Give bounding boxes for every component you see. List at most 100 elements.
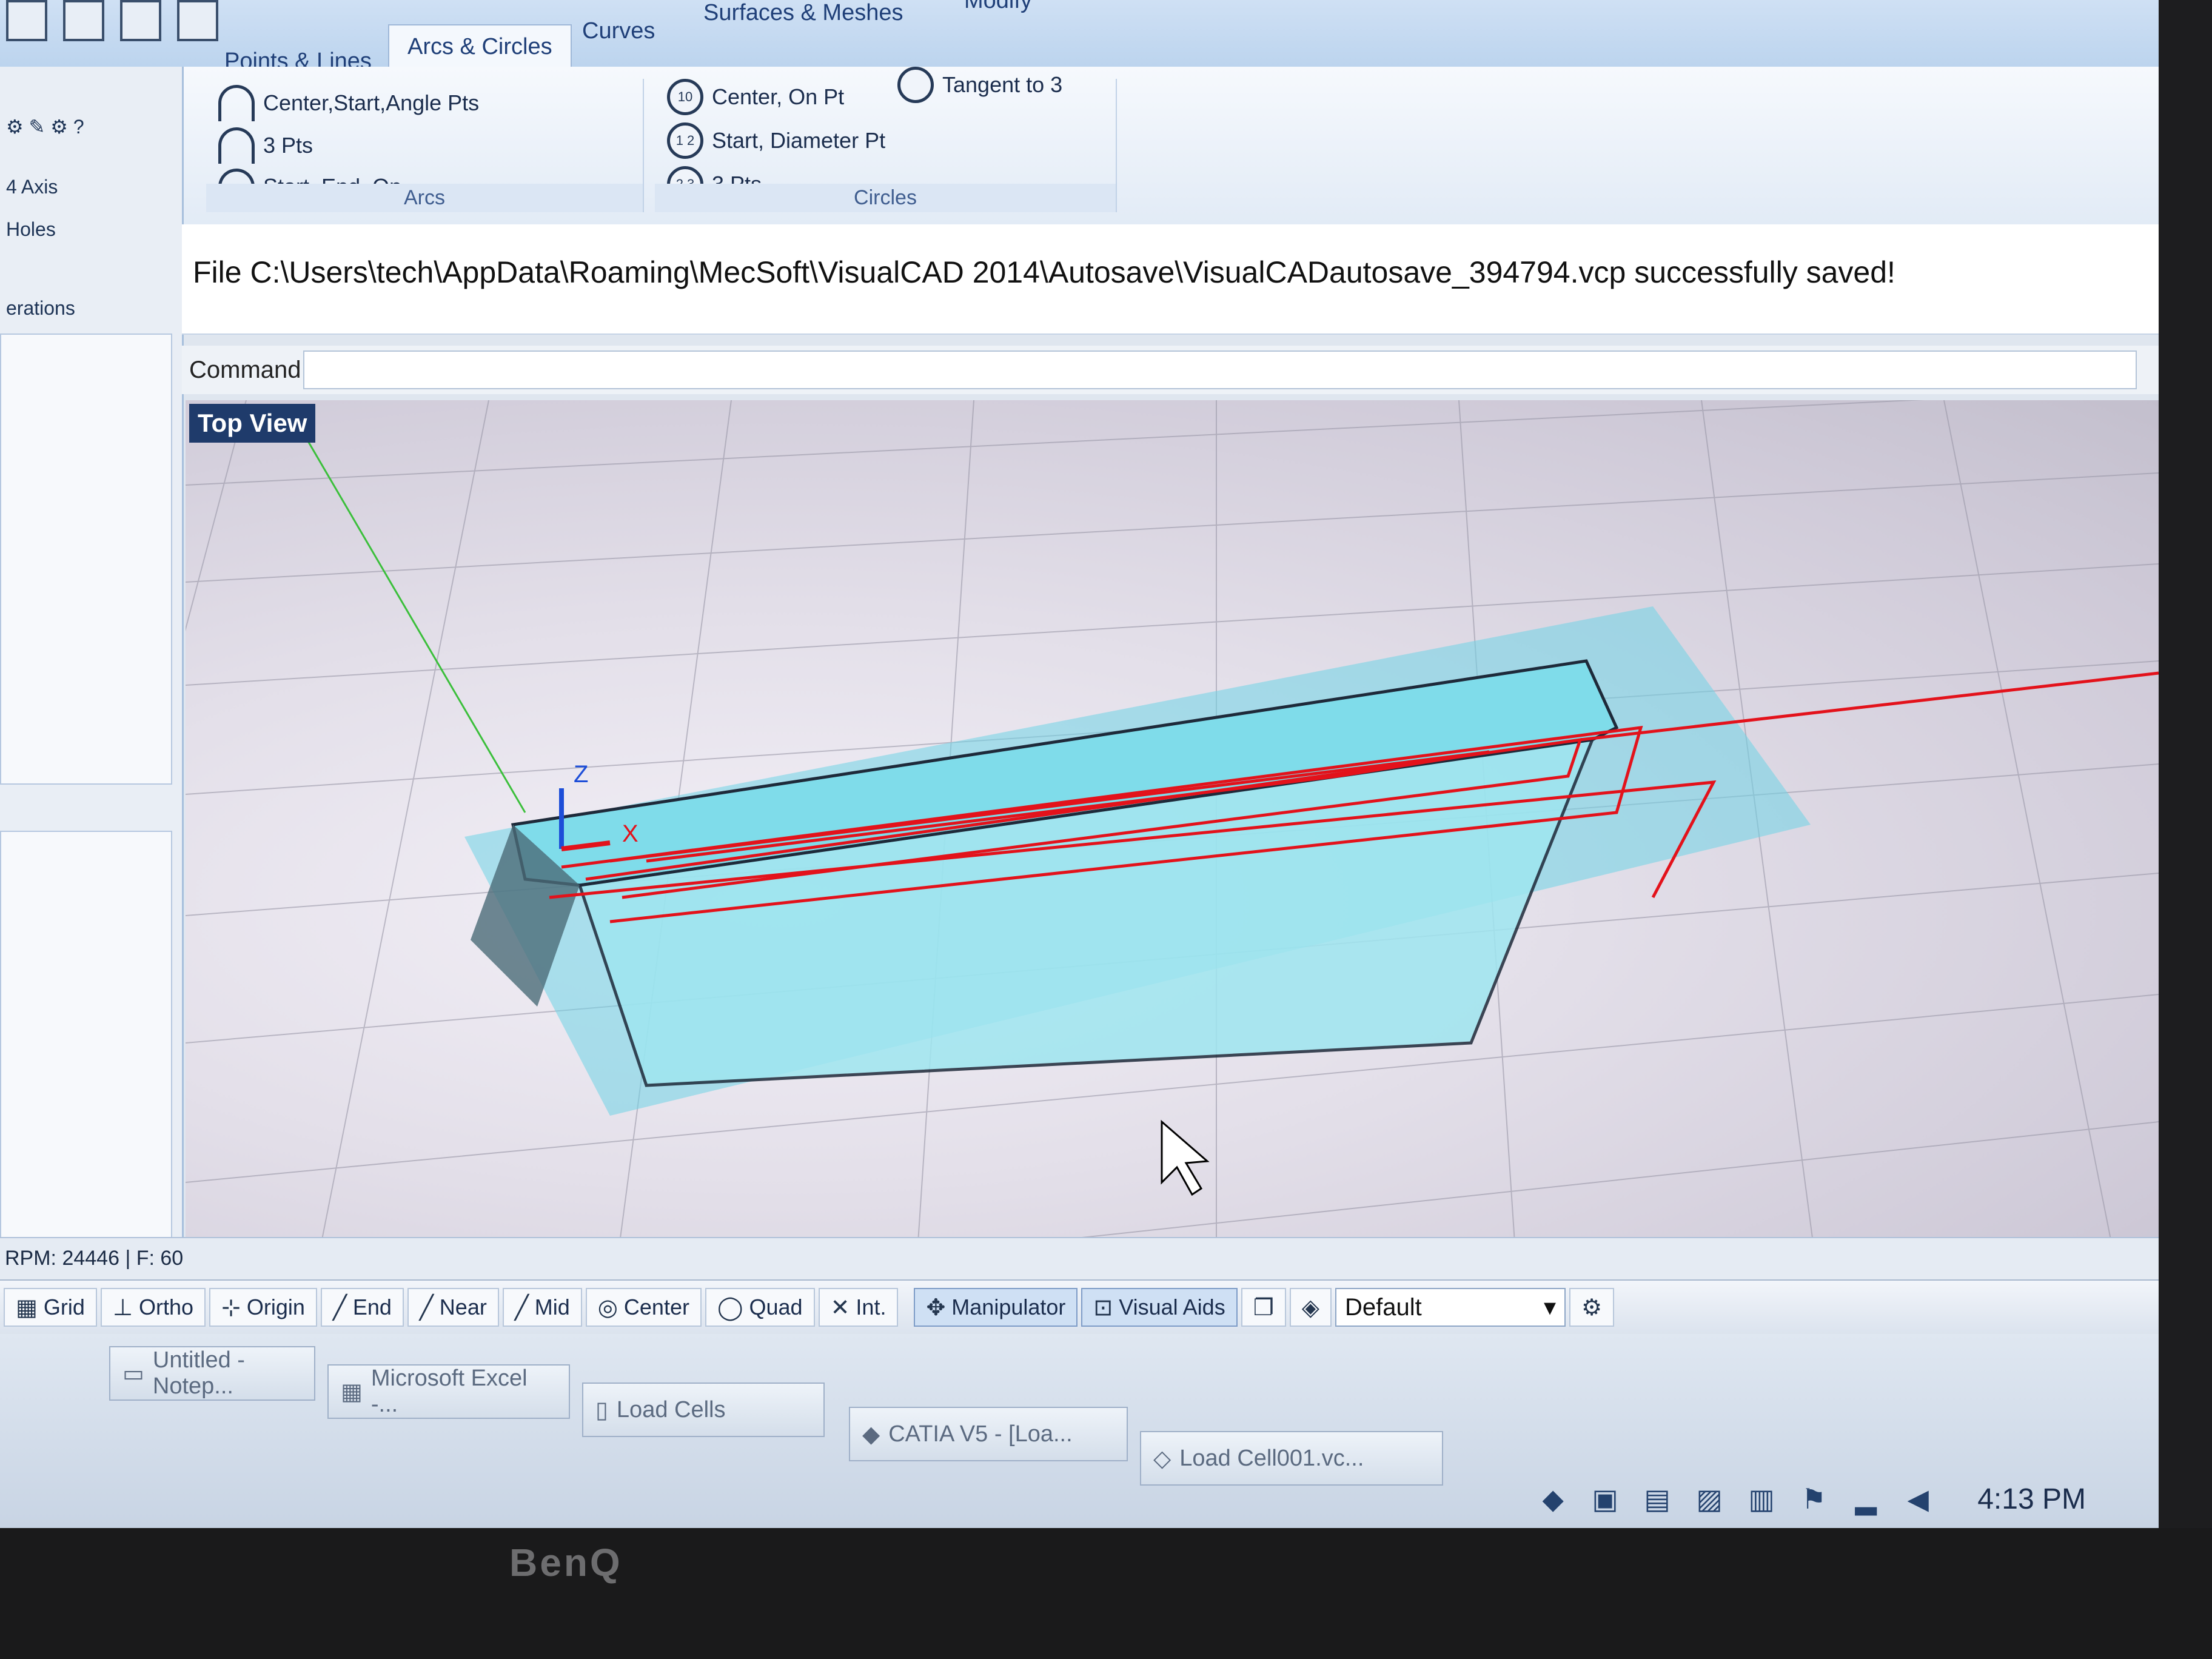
arc-icon bbox=[218, 127, 255, 164]
gear-icon: ⚙ bbox=[1581, 1295, 1603, 1321]
excel-icon: ▦ bbox=[341, 1379, 363, 1405]
left-panel: ⚙ ✎ ⚙ ? 4 Axis Holes erations bbox=[0, 67, 184, 1285]
snap-near-button[interactable]: ╱ Near bbox=[407, 1288, 499, 1327]
ribbon-body: Center,Start,Angle Pts 3 Pts Start, End,… bbox=[182, 67, 2159, 226]
layer-manager-button[interactable]: ❐ bbox=[1241, 1288, 1286, 1327]
arcs-group: Center,Start,Angle Pts 3 Pts Start, End,… bbox=[206, 79, 644, 212]
circles-group-title: Circles bbox=[655, 184, 1116, 212]
viewport-canvas: Z X bbox=[186, 400, 2159, 1316]
intersection-icon: ✕ bbox=[830, 1295, 850, 1321]
mouse-cursor-icon bbox=[1161, 1119, 1210, 1196]
quick-access-toolbar bbox=[6, 0, 218, 49]
snap-int-button[interactable]: ✕ Int. bbox=[818, 1288, 899, 1327]
screen: Points & Lines Arcs & Circles Curves Sur… bbox=[0, 0, 2159, 1528]
rpm-feed-readout: RPM: 24446 | F: 60 bbox=[5, 1247, 184, 1270]
paint-icon: ◈ bbox=[1301, 1295, 1320, 1321]
circle-start-diameter-button[interactable]: 1 2 Start, Diameter Pt bbox=[667, 122, 885, 159]
tab-arcs-circles[interactable]: Arcs & Circles bbox=[388, 24, 572, 71]
visual-aids-button[interactable]: ⊡ Visual Aids bbox=[1081, 1288, 1238, 1327]
snap-ortho-button[interactable]: ⊥ Ortho bbox=[100, 1288, 206, 1327]
snap-toolbar: ▦ Grid ⊥ Ortho ⊹ Origin ╱ End ╱ Near ╱ Mid ◎ Ce… bbox=[0, 1279, 2159, 1334]
x-axis-label: X bbox=[622, 820, 638, 847]
monitor-bezel-right bbox=[2159, 0, 2212, 1659]
arc-3pts-button[interactable]: 3 Pts bbox=[218, 127, 313, 164]
ribbon-tab-bar: Points & Lines Arcs & Circles Curves Sur… bbox=[0, 0, 2159, 74]
windows-taskbar: ▭ Untitled - Notep... ▦ Microsoft Excel -.… bbox=[0, 1334, 2159, 1528]
holes-dropdown[interactable]: Holes bbox=[6, 218, 56, 241]
settings-button[interactable]: ⚙ bbox=[1569, 1288, 1615, 1327]
monitor-bezel-bottom bbox=[0, 1528, 2212, 1659]
circle-icon: 1 2 bbox=[667, 122, 703, 159]
arcs-group-title: Arcs bbox=[206, 184, 643, 212]
message-area: File C:\Users\tech\AppData\Roaming\MecSo… bbox=[182, 224, 2159, 335]
chevron-down-icon: ▾ bbox=[1543, 1294, 1557, 1321]
command-label: Command bbox=[189, 357, 301, 383]
visual-aids-icon: ⊡ bbox=[1093, 1295, 1113, 1321]
task-excel[interactable]: ▦ Microsoft Excel -... bbox=[327, 1364, 570, 1419]
visualcad-icon: ◇ bbox=[1153, 1446, 1171, 1472]
arc-icon bbox=[218, 85, 255, 121]
snap-center-button[interactable]: ◎ Center bbox=[585, 1288, 702, 1327]
snap-grid-button[interactable]: ▦ Grid bbox=[4, 1288, 97, 1327]
task-load-cells[interactable]: ▯ Load Cells bbox=[582, 1382, 825, 1437]
z-axis-label: Z bbox=[574, 761, 588, 788]
taskbar-clock[interactable]: 4:13 PM bbox=[1977, 1483, 2086, 1516]
center-icon: ◎ bbox=[597, 1295, 618, 1321]
circle-tangent-icon bbox=[897, 67, 934, 103]
circles-group: 10 Center, On Pt 1 2 Start, Diameter Pt … bbox=[655, 67, 1117, 212]
layers-icon: ❐ bbox=[1253, 1295, 1274, 1321]
action-center-flag-icon[interactable]: ⚑ bbox=[1797, 1482, 1831, 1516]
monitor-brand-logo: BenQ bbox=[509, 1541, 623, 1584]
network-signal-icon[interactable]: ▂ bbox=[1849, 1482, 1883, 1516]
tray-app-icon[interactable]: ◆ bbox=[1536, 1482, 1570, 1516]
snap-mid-button[interactable]: ╱ Mid bbox=[502, 1288, 582, 1327]
command-input[interactable] bbox=[303, 350, 2137, 389]
origin-icon: ⊹ bbox=[221, 1295, 241, 1321]
grid-icon: ▦ bbox=[16, 1295, 38, 1321]
snap-end-button[interactable]: ╱ End bbox=[320, 1288, 404, 1327]
render-icon[interactable] bbox=[177, 0, 218, 41]
catia-icon: ◆ bbox=[862, 1421, 880, 1447]
manipulator-icon: ✥ bbox=[926, 1295, 946, 1321]
layer-color-button[interactable]: ◈ bbox=[1289, 1288, 1332, 1327]
tab-curves[interactable]: Curves bbox=[582, 18, 655, 44]
y-axis-line bbox=[293, 418, 526, 813]
task-visualcad[interactable]: ◇ Load Cell001.vc... bbox=[1140, 1431, 1443, 1486]
quad-icon: ◯ bbox=[717, 1295, 743, 1321]
system-tray: ◆ ▣ ▤ ▨ ▥ ⚑ ▂ ◀ 4:13 PM bbox=[1536, 1482, 2086, 1516]
manipulator-button[interactable]: ✥ Manipulator bbox=[914, 1288, 1078, 1327]
near-icon: ╱ bbox=[419, 1295, 434, 1321]
view-grid-icon[interactable] bbox=[63, 0, 104, 41]
cad-viewport[interactable]: Z X Top View bbox=[186, 400, 2159, 1316]
tab-modify[interactable]: Modify bbox=[964, 0, 1032, 14]
task-notepad[interactable]: ▭ Untitled - Notep... bbox=[109, 1346, 315, 1401]
shade-icon[interactable] bbox=[120, 0, 161, 41]
autosave-message: File C:\Users\tech\AppData\Roaming\MecSo… bbox=[193, 255, 1895, 289]
network-drive-icon[interactable]: ▣ bbox=[1588, 1482, 1622, 1516]
solidworks-icon[interactable]: ▨ bbox=[1692, 1482, 1726, 1516]
snap-quad-button[interactable]: ◯ Quad bbox=[705, 1288, 815, 1327]
circle-icon: 10 bbox=[667, 79, 703, 115]
operations-tree[interactable] bbox=[0, 333, 172, 785]
task-catia[interactable]: ◆ CATIA V5 - [Loa... bbox=[849, 1407, 1128, 1461]
panel-toolbar-icons: ⚙ ✎ ⚙ ? bbox=[6, 116, 84, 138]
notepad-icon: ▭ bbox=[122, 1361, 144, 1387]
mid-icon: ╱ bbox=[514, 1295, 529, 1321]
axis-dropdown[interactable]: 4 Axis bbox=[6, 176, 58, 198]
layer-select[interactable]: Default ▾ bbox=[1335, 1288, 1566, 1327]
view-single-icon[interactable] bbox=[6, 0, 47, 41]
arc-center-start-angle-button[interactable]: Center,Start,Angle Pts bbox=[218, 85, 479, 121]
tab-surfaces-meshes[interactable]: Surfaces & Meshes bbox=[703, 0, 903, 26]
command-bar: Command bbox=[182, 346, 2159, 394]
folder-icon: ▯ bbox=[595, 1397, 608, 1423]
status-bar: RPM: 24446 | F: 60 bbox=[0, 1237, 2159, 1281]
view-label[interactable]: Top View bbox=[189, 404, 316, 443]
usb-icon[interactable]: ▥ bbox=[1744, 1482, 1778, 1516]
circle-center-on-pt-button[interactable]: 10 Center, On Pt bbox=[667, 79, 844, 115]
circle-tangent-to-3-button[interactable]: Tangent to 3 bbox=[897, 67, 1062, 103]
operations-label: erations bbox=[6, 297, 75, 319]
display-icon[interactable]: ▤ bbox=[1640, 1482, 1674, 1516]
snap-origin-button[interactable]: ⊹ Origin bbox=[209, 1288, 317, 1327]
properties-panel[interactable] bbox=[0, 831, 172, 1258]
volume-icon[interactable]: ◀ bbox=[1901, 1482, 1935, 1516]
